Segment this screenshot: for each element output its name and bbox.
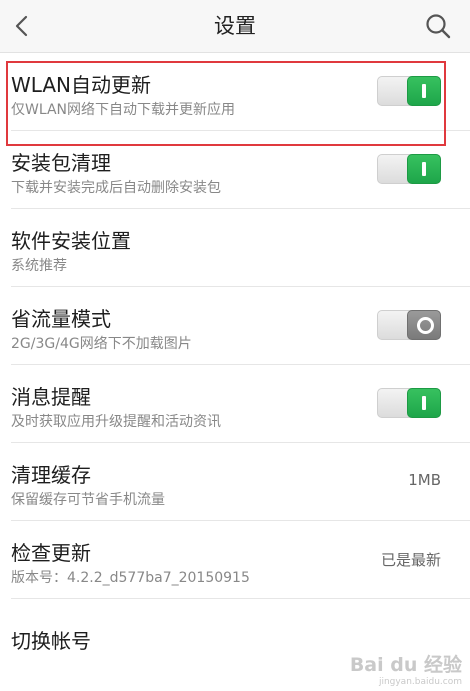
setting-title: 省流量模式 bbox=[11, 307, 111, 331]
setting-data-saver[interactable]: 省流量模式 2G/3G/4G网络下不加载图片 bbox=[11, 287, 470, 365]
watermark-brand: Bai du 经验 bbox=[349, 654, 462, 676]
search-icon bbox=[426, 14, 451, 39]
notifications-toggle[interactable] bbox=[377, 388, 441, 418]
setting-package-cleanup[interactable]: 安装包清理 下载并安装完成后自动删除安装包 bbox=[11, 131, 470, 209]
setting-notifications[interactable]: 消息提醒 及时获取应用升级提醒和活动资讯 bbox=[11, 365, 470, 443]
toggle-knob bbox=[407, 310, 441, 340]
page-title: 设置 bbox=[214, 14, 256, 38]
setting-subtitle: 仅WLAN网络下自动下载并更新应用 bbox=[11, 102, 236, 118]
setting-check-update[interactable]: 检查更新 版本号：4.2.2_d577ba7_20150915 已是最新 bbox=[11, 521, 470, 599]
setting-title: 检查更新 bbox=[11, 541, 91, 565]
toggle-knob bbox=[407, 76, 441, 106]
top-bar: 设置 bbox=[0, 0, 470, 53]
setting-install-location[interactable]: 软件安装位置 系统推荐 bbox=[11, 209, 470, 287]
package-cleanup-toggle[interactable] bbox=[377, 154, 441, 184]
setting-subtitle: 系统推荐 bbox=[11, 258, 67, 274]
setting-subtitle: 及时获取应用升级提醒和活动资讯 bbox=[11, 414, 221, 430]
setting-subtitle: 版本号：4.2.2_d577ba7_20150915 bbox=[11, 570, 250, 586]
setting-title: 切换帐号 bbox=[11, 629, 91, 653]
search-button[interactable] bbox=[420, 8, 456, 44]
toggle-knob bbox=[407, 388, 441, 418]
update-status-value: 已是最新 bbox=[380, 551, 441, 569]
setting-title: WLAN自动更新 bbox=[11, 73, 152, 97]
data-saver-toggle[interactable] bbox=[377, 310, 441, 340]
setting-wlan-auto-update[interactable]: WLAN自动更新 仅WLAN网络下自动下载并更新应用 bbox=[11, 53, 470, 131]
setting-title: 软件安装位置 bbox=[11, 229, 131, 253]
toggle-knob bbox=[407, 154, 441, 184]
setting-title: 清理缓存 bbox=[11, 463, 91, 487]
wlan-auto-update-toggle[interactable] bbox=[377, 76, 441, 106]
settings-list: WLAN自动更新 仅WLAN网络下自动下载并更新应用 安装包清理 下载并安装完成… bbox=[0, 53, 470, 677]
setting-clear-cache[interactable]: 清理缓存 保留缓存可节省手机流量 1MB bbox=[11, 443, 470, 521]
watermark: Bai du 经验 jingyan.baidu.com bbox=[350, 650, 462, 687]
cache-size-value: 1MB bbox=[408, 471, 441, 489]
setting-subtitle: 保留缓存可节省手机流量 bbox=[11, 492, 165, 508]
setting-subtitle: 2G/3G/4G网络下不加载图片 bbox=[11, 336, 192, 352]
setting-title: 消息提醒 bbox=[11, 385, 91, 409]
watermark-url: jingyan.baidu.com bbox=[378, 677, 462, 687]
setting-title: 安装包清理 bbox=[11, 151, 111, 175]
setting-subtitle: 下载并安装完成后自动删除安装包 bbox=[11, 180, 221, 196]
